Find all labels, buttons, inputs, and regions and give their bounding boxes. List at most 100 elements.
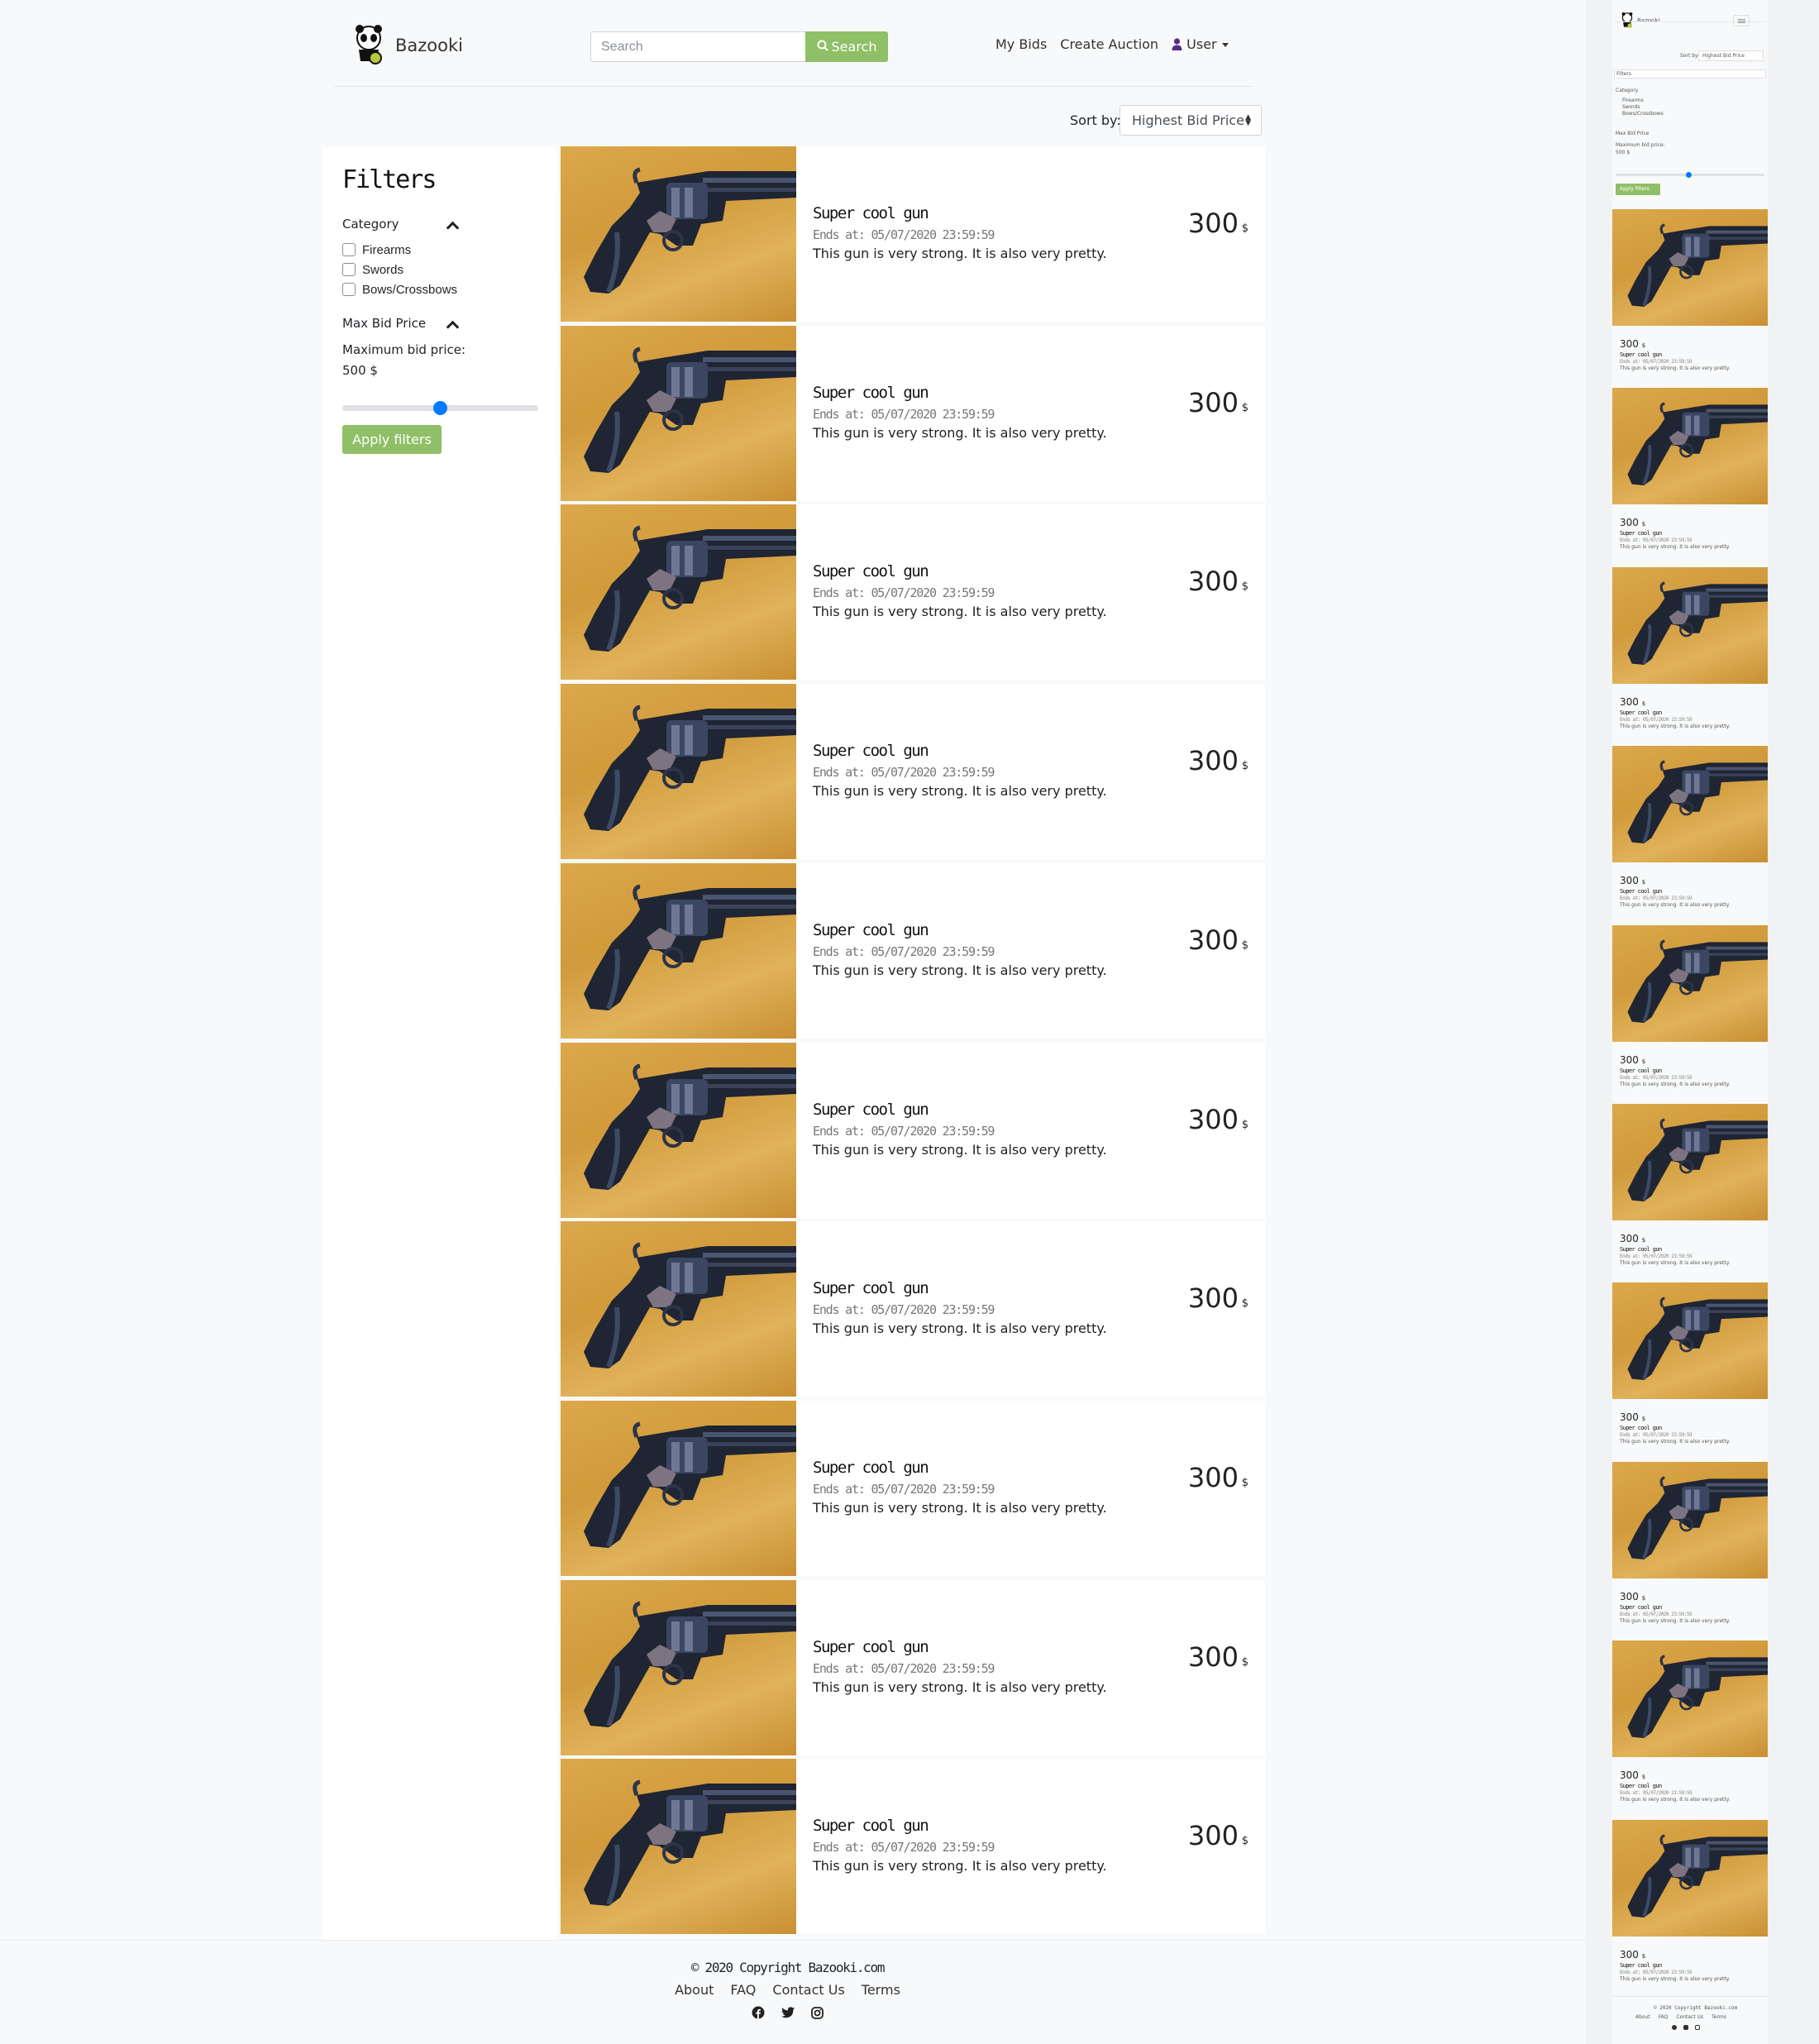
nav-create-auction[interactable]: Create Auction [1060, 36, 1158, 54]
mobile-footer-link-contact[interactable]: Contact Us [1676, 2014, 1703, 2020]
category-option[interactable]: Bows/Crossbows [342, 279, 457, 299]
facebook-icon[interactable] [1672, 2025, 1677, 2030]
auction-card[interactable]: Super cool gun Ends at: 05/07/2020 23:59:… [561, 146, 1265, 322]
checkbox[interactable] [342, 283, 356, 296]
auction-title[interactable]: Super cool gun [813, 1279, 929, 1297]
mobile-auction-image[interactable] [1612, 1104, 1768, 1220]
mobile-auction-title[interactable]: Super cool gun [1620, 1783, 1662, 1789]
footer-link-contact[interactable]: Contact Us [772, 1982, 844, 1998]
auction-title[interactable]: Super cool gun [813, 1101, 929, 1119]
mobile-auction-title[interactable]: Super cool gun [1620, 1425, 1662, 1431]
mobile-auction-image[interactable] [1612, 924, 1768, 1042]
slider-thumb[interactable] [433, 401, 447, 415]
mobile-auction-card[interactable]: 300 $ Super cool gun Ends at: 05/07/2020 2… [1612, 209, 1768, 383]
auction-title[interactable]: Super cool gun [813, 1817, 929, 1835]
auction-image[interactable] [561, 684, 796, 860]
auction-title[interactable]: Super cool gun [813, 384, 929, 402]
mobile-auction-image[interactable] [1612, 1461, 1768, 1578]
facebook-icon[interactable] [752, 2006, 765, 2019]
auction-card[interactable]: Super cool gun Ends at: 05/07/2020 23:59:… [561, 1759, 1265, 1935]
auction-card[interactable]: Super cool gun Ends at: 05/07/2020 23:59:… [561, 1579, 1265, 1755]
mobile-apply-button[interactable]: Apply filters [1616, 184, 1660, 195]
auction-card[interactable]: Super cool gun Ends at: 05/07/2020 23:59:… [561, 1400, 1265, 1576]
sort-select[interactable]: Highest Bid Price ▲ ▼ [1120, 105, 1262, 136]
mobile-auction-image[interactable] [1612, 388, 1768, 505]
mobile-max-bid-header[interactable]: Max Bid Price [1616, 131, 1649, 136]
mobile-auction-image[interactable] [1612, 1819, 1768, 1937]
search-button[interactable]: Search [805, 31, 888, 62]
auction-image[interactable] [561, 1759, 796, 1935]
apply-filters-button[interactable]: Apply filters [342, 425, 442, 454]
auction-image[interactable] [561, 1400, 796, 1576]
category-option[interactable]: Swords [342, 260, 457, 279]
instagram-icon[interactable] [811, 2006, 824, 2019]
mobile-auction-card[interactable]: 300 $ Super cool gun Ends at: 05/07/2020 2… [1612, 1819, 1768, 1994]
auction-title[interactable]: Super cool gun [813, 562, 929, 580]
auction-title[interactable]: Super cool gun [813, 1459, 929, 1477]
auction-image[interactable] [561, 504, 796, 681]
auction-image[interactable] [561, 1042, 796, 1218]
mobile-category-header[interactable]: Category [1616, 88, 1638, 93]
mobile-auction-image[interactable] [1612, 746, 1768, 863]
auction-image[interactable] [561, 146, 796, 322]
auction-image[interactable] [561, 1221, 796, 1397]
mobile-category-option[interactable]: Swords [1622, 104, 1640, 110]
mobile-auction-title[interactable]: Super cool gun [1620, 709, 1662, 716]
auction-image[interactable] [561, 1579, 796, 1755]
mobile-auction-card[interactable]: 300 $ Super cool gun Ends at: 05/07/2020 2… [1612, 388, 1768, 561]
mobile-slider-thumb[interactable] [1686, 172, 1692, 178]
twitter-icon[interactable] [1683, 2025, 1688, 2030]
mobile-auction-title[interactable]: Super cool gun [1620, 1246, 1662, 1253]
auction-image[interactable] [561, 325, 796, 501]
category-option[interactable]: Firearms [342, 240, 457, 260]
nav-my-bids[interactable]: My Bids [995, 36, 1047, 54]
auction-title[interactable]: Super cool gun [813, 921, 929, 939]
instagram-icon[interactable] [1695, 2025, 1700, 2030]
mobile-auction-image[interactable] [1612, 566, 1768, 684]
mobile-auction-card[interactable]: 300 $ Super cool gun Ends at: 05/07/2020 2… [1612, 1282, 1768, 1456]
mobile-auction-title[interactable]: Super cool gun [1620, 530, 1662, 537]
search-input[interactable] [590, 31, 805, 62]
brand-logo[interactable]: Bazooki [352, 23, 463, 68]
mobile-footer-link-terms[interactable]: Terms [1712, 2014, 1726, 2020]
auction-card[interactable]: Super cool gun Ends at: 05/07/2020 23:59:… [561, 325, 1265, 501]
mobile-auction-card[interactable]: 300 $ Super cool gun Ends at: 05/07/2020 2… [1612, 924, 1768, 1099]
twitter-icon[interactable] [781, 2006, 795, 2019]
auction-title[interactable]: Super cool gun [813, 742, 929, 760]
nav-user-dropdown[interactable]: User [1172, 36, 1229, 54]
auction-image[interactable] [561, 862, 796, 1039]
max-bid-section-header[interactable]: Max Bid Price [342, 316, 426, 331]
mobile-auction-title[interactable]: Super cool gun [1620, 351, 1662, 358]
mobile-auction-title[interactable]: Super cool gun [1620, 1067, 1662, 1074]
mobile-category-option[interactable]: Firearms [1622, 98, 1644, 103]
auction-title[interactable]: Super cool gun [813, 204, 929, 222]
auction-title[interactable]: Super cool gun [813, 1638, 929, 1656]
mobile-footer-link-about[interactable]: About [1635, 2014, 1650, 2020]
mobile-auction-card[interactable]: 300 $ Super cool gun Ends at: 05/07/2020 2… [1612, 746, 1768, 919]
auction-card[interactable]: Super cool gun Ends at: 05/07/2020 23:59:… [561, 1042, 1265, 1218]
mobile-auction-card[interactable]: 300 $ Super cool gun Ends at: 05/07/2020 2… [1612, 566, 1768, 741]
footer-link-about[interactable]: About [675, 1982, 714, 1998]
auction-card[interactable]: Super cool gun Ends at: 05/07/2020 23:59:… [561, 684, 1265, 860]
mobile-auction-title[interactable]: Super cool gun [1620, 1604, 1662, 1611]
mobile-auction-card[interactable]: 300 $ Super cool gun Ends at: 05/07/2020 2… [1612, 1104, 1768, 1278]
checkbox[interactable] [342, 263, 356, 276]
mobile-brand-logo[interactable]: Bazooki [1621, 12, 1659, 34]
mobile-auction-card[interactable]: 300 $ Super cool gun Ends at: 05/07/2020 2… [1612, 1461, 1768, 1636]
mobile-auction-image[interactable] [1612, 1640, 1768, 1758]
mobile-filters-toggle[interactable]: Filters [1614, 69, 1766, 79]
mobile-auction-title[interactable]: Super cool gun [1620, 888, 1662, 895]
mobile-auction-image[interactable] [1612, 209, 1768, 326]
mobile-auction-card[interactable]: 300 $ Super cool gun Ends at: 05/07/2020 2… [1612, 1640, 1768, 1814]
mobile-category-option[interactable]: Bows/Crossbows [1622, 111, 1664, 117]
hamburger-menu-button[interactable] [1733, 15, 1750, 26]
footer-link-faq[interactable]: FAQ [730, 1982, 756, 1998]
auction-card[interactable]: Super cool gun Ends at: 05/07/2020 23:59:… [561, 504, 1265, 681]
mobile-sort-select[interactable]: Highest Bid Price [1698, 50, 1764, 61]
checkbox[interactable] [342, 243, 356, 256]
footer-link-terms[interactable]: Terms [862, 1982, 900, 1998]
mobile-auction-image[interactable] [1612, 1282, 1768, 1400]
mobile-auction-title[interactable]: Super cool gun [1620, 1962, 1662, 1969]
mobile-footer-link-faq[interactable]: FAQ [1659, 2014, 1669, 2020]
category-section-header[interactable]: Category [342, 217, 399, 232]
